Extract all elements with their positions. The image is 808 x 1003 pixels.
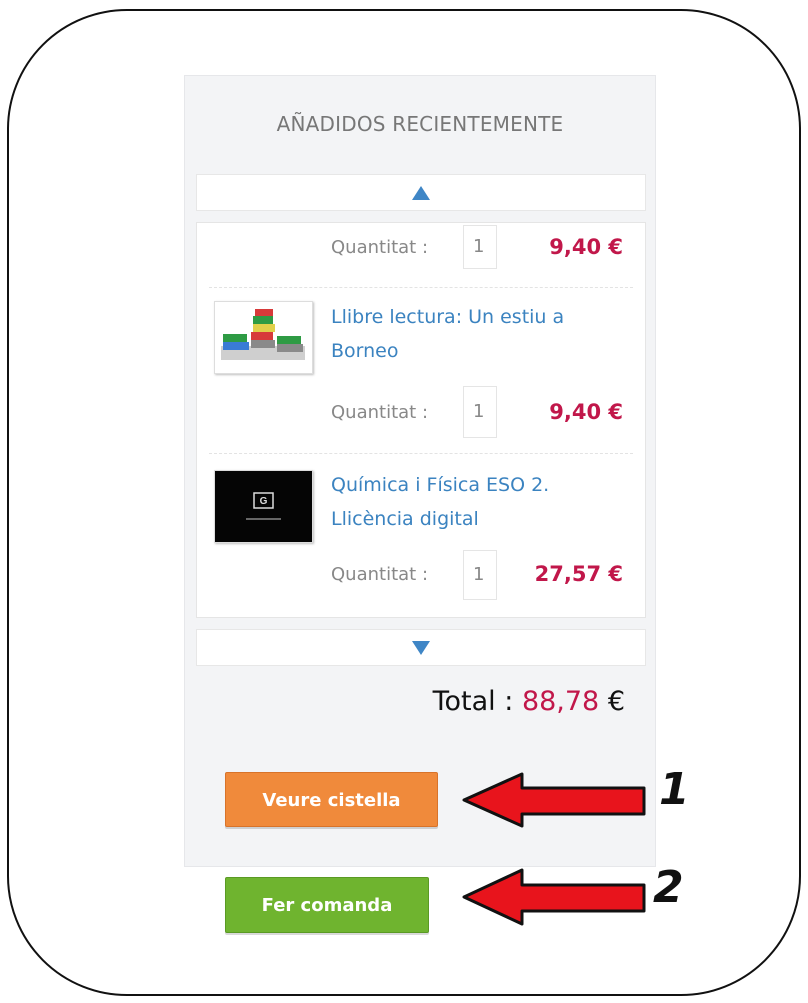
list-item: Llibre lectura: Un estiu a Borneo Quanti… (197, 288, 645, 453)
svg-text:G: G (260, 496, 268, 507)
quantity-label: Quantitat : (331, 564, 429, 585)
list-item: Quantitat : 1 9,40 € (197, 223, 645, 287)
red-arrow-icon (462, 772, 646, 828)
checkout-button[interactable]: Fer comanda (225, 877, 429, 933)
cart-title: AÑADIDOS RECIENTEMENTE (276, 112, 564, 136)
item-price: 9,40 € (549, 235, 623, 259)
item-price: 27,57 € (534, 562, 623, 586)
item-price: 9,40 € (549, 400, 623, 424)
triangle-down-icon (412, 640, 430, 655)
quantity-label: Quantitat : (331, 402, 429, 423)
product-thumbnail[interactable] (214, 301, 313, 374)
product-thumbnail[interactable]: G (214, 470, 313, 543)
quantity-input[interactable]: 1 (463, 225, 497, 269)
triangle-up-icon (412, 185, 430, 200)
list-item: G Química i Física ESO 2. Llicència digi… (197, 454, 645, 617)
step-number-2: 2 (653, 862, 684, 913)
product-link-line2[interactable]: Llicència digital (331, 502, 631, 536)
view-cart-button[interactable]: Veure cistella (225, 772, 438, 827)
total-currency: € (599, 686, 625, 717)
cart-items-list: Quantitat : 1 9,40 € Llibre lectura: Un … (196, 222, 646, 618)
digital-license-icon: G (215, 471, 312, 542)
quantity-label: Quantitat : (331, 237, 429, 258)
scroll-down-button[interactable] (196, 629, 646, 666)
product-link[interactable]: Llibre lectura: Un estiu a (331, 300, 631, 334)
scroll-up-button[interactable] (196, 174, 646, 211)
red-arrow-icon (462, 868, 646, 926)
step-number-1: 1 (659, 764, 690, 815)
books-stack-icon (221, 309, 305, 360)
quantity-input[interactable]: 1 (463, 386, 497, 438)
product-link[interactable]: Química i Física ESO 2. (331, 468, 631, 502)
product-link-line2[interactable]: Borneo (331, 334, 631, 368)
recently-added-cart-panel: AÑADIDOS RECIENTEMENTE Quantitat : 1 9,4… (184, 75, 656, 867)
cart-total: Total : 88,78 € (433, 686, 625, 717)
total-amount: 88,78 (521, 686, 600, 717)
quantity-input[interactable]: 1 (463, 550, 497, 600)
total-label: Total : (432, 686, 522, 717)
